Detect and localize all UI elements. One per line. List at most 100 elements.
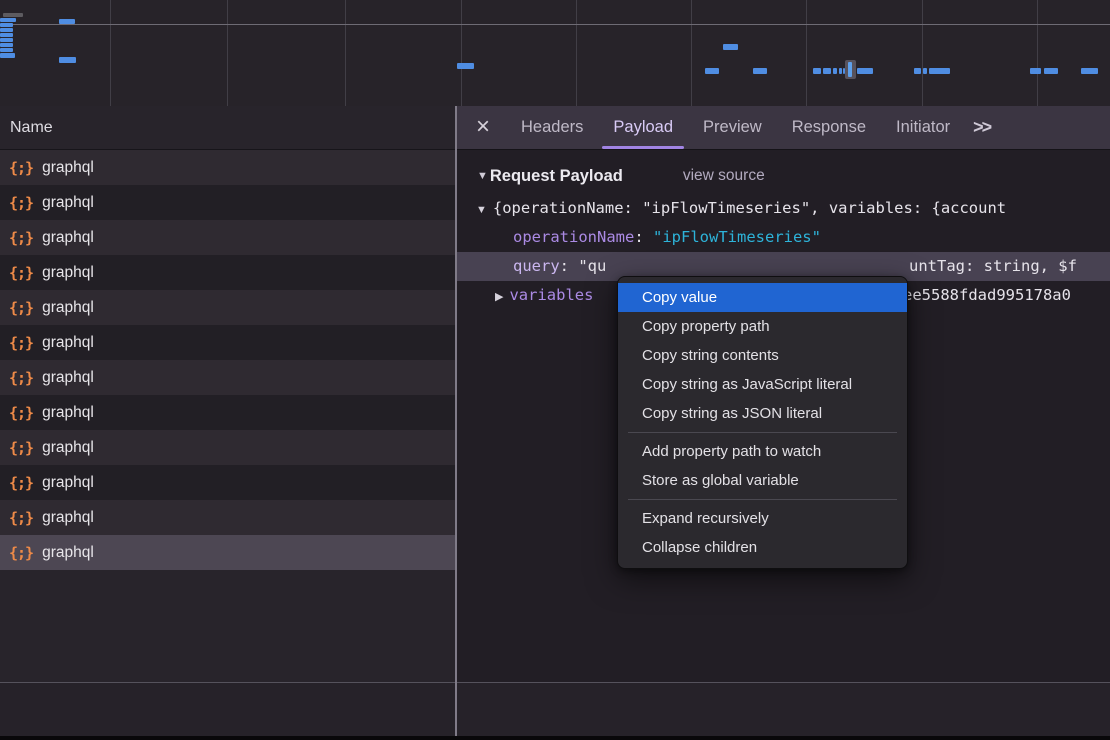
tab-response[interactable]: Response (777, 106, 881, 150)
request-row-graphql[interactable]: {;} graphql (0, 185, 455, 220)
request-row-graphql[interactable]: {;} graphql (0, 535, 455, 570)
menu-item-store-as-global-variable[interactable]: Store as global variable (618, 466, 907, 495)
more-tabs-icon[interactable]: >> (973, 117, 990, 138)
expanded-triangle-icon[interactable]: ▼ (476, 204, 487, 216)
overview-request-bar (1081, 68, 1098, 74)
json-braces-icon: {;} (9, 299, 33, 317)
operation-name-row[interactable]: operationName: "ipFlowTimeseries" (457, 223, 1110, 252)
json-braces-icon: {;} (9, 334, 33, 352)
overview-request-bar (823, 68, 831, 74)
request-list: {;} graphql {;} graphql {;} graphql {;} graphql… (0, 150, 455, 570)
section-title: Request Payload (490, 167, 623, 186)
json-braces-icon: {;} (9, 404, 33, 422)
timeline-gridline (576, 0, 577, 106)
menu-separator (628, 499, 897, 500)
name-column-header[interactable]: Name (0, 106, 455, 150)
overview-request-bar (0, 23, 13, 27)
timeline-gridline (806, 0, 807, 106)
status-footer (0, 682, 1110, 736)
collapsed-triangle-icon[interactable]: ▶ (495, 291, 503, 303)
overview-request-bar (857, 68, 873, 74)
request-row-graphql[interactable]: {;}graphql (0, 500, 455, 535)
request-row-graphql[interactable]: {;} graphql (0, 430, 455, 465)
menu-item-copy-value[interactable]: Copy value (618, 283, 907, 312)
timeline-gridline (691, 0, 692, 106)
overview-selection-marker-bar (848, 62, 852, 77)
colon: : (634, 228, 653, 246)
overview-request-bar (833, 68, 837, 74)
tab-payload[interactable]: Payload (598, 106, 688, 150)
pane-resize-divider[interactable] (455, 106, 457, 736)
menu-item-copy-string-contents[interactable]: Copy string contents (618, 341, 907, 370)
tabs-container: HeadersPayloadPreviewResponseInitiator (506, 106, 965, 150)
request-row-graphql[interactable]: {;} graphql (0, 290, 455, 325)
overview-request-bar (0, 43, 13, 47)
window-bottom-edge (0, 736, 1110, 740)
overview-request-bar (59, 57, 76, 63)
request-name-label: graphql (42, 404, 94, 422)
request-list-pane: Name {;}graphql{;}graphql{;}graphql{;}gr… (0, 106, 455, 682)
timeline-gridline (922, 0, 923, 106)
json-braces-icon: {;} (9, 544, 33, 562)
menu-item-copy-string-as-javascript-literal[interactable]: Copy string as JavaScript literal (618, 370, 907, 399)
query-value-right: untTag: string, $f (909, 252, 1077, 281)
timeline-gridline (110, 0, 111, 106)
overview-request-bar (0, 28, 13, 32)
request-name-label: graphql (42, 544, 94, 562)
timeline-gridline (345, 0, 346, 106)
details-tab-bar: × HeadersPayloadPreviewResponseInitiator… (457, 106, 1110, 150)
request-name-label: graphql (42, 334, 94, 352)
request-payload-section-header[interactable]: ▼ Request Payload view source (457, 158, 1110, 194)
overview-request-bar (0, 53, 15, 58)
request-name-label: graphql (42, 194, 94, 212)
overview-request-bar (813, 68, 821, 74)
request-row-graphql[interactable]: {;} graphql (0, 325, 455, 360)
tab-preview[interactable]: Preview (688, 106, 777, 150)
request-name-label: graphql (42, 439, 94, 457)
tab-headers[interactable]: Headers (506, 106, 598, 150)
query-key: query (513, 257, 560, 275)
payload-root-row[interactable]: ▼ {operationName: "ipFlowTimeseries", var… (457, 194, 1110, 223)
request-name-label: graphql (42, 299, 94, 317)
request-row-graphql[interactable]: {;} graphql (0, 395, 455, 430)
overview-selection-marker (845, 60, 856, 79)
request-row-graphql[interactable]: {;} graphql (0, 220, 455, 255)
overview-request-bar (705, 68, 719, 74)
json-braces-icon: {;} (9, 264, 33, 282)
request-name-label: graphql (42, 229, 94, 247)
menu-item-copy-property-path[interactable]: Copy property path (618, 312, 907, 341)
json-braces-icon: {;} (9, 194, 33, 212)
overview-request-bar (1044, 68, 1058, 74)
json-braces-icon: {;} (9, 229, 33, 247)
overview-request-bar (0, 33, 13, 37)
overview-request-bar (0, 48, 13, 52)
request-row-graphql[interactable]: {;}graphql (0, 465, 455, 500)
tab-initiator[interactable]: Initiator (881, 106, 965, 150)
variables-key: variables (509, 286, 593, 304)
request-row-graphql[interactable]: {;}graphql (0, 360, 455, 395)
json-braces-icon: {;} (9, 509, 33, 527)
overview-request-bar (753, 68, 767, 74)
menu-item-collapse-children[interactable]: Collapse children (618, 533, 907, 562)
variables-value-right: ee5588fdad995178a0 (903, 281, 1071, 310)
request-name-label: graphql (42, 159, 94, 177)
request-row-graphql[interactable]: {;} graphql (0, 150, 455, 185)
payload-root-preview: {operationName: "ipFlowTimeseries", vari… (493, 199, 1006, 217)
close-icon[interactable]: × (476, 116, 490, 138)
overview-request-bar (723, 44, 738, 50)
operation-name-value: "ipFlowTimeseries" (653, 228, 821, 246)
json-braces-icon: {;} (9, 159, 33, 177)
timeline-gridline (1037, 0, 1038, 106)
overview-request-bar (0, 18, 16, 22)
overview-request-bar (923, 68, 927, 74)
menu-item-expand-recursively[interactable]: Expand recursively (618, 504, 907, 533)
request-row-graphql[interactable]: {;}graphql (0, 255, 455, 290)
devtools-window: Name {;}graphql{;}graphql{;}graphql{;}gr… (0, 0, 1110, 740)
json-braces-icon: {;} (9, 439, 33, 457)
view-source-link[interactable]: view source (683, 167, 765, 185)
context-menu: Copy valueCopy property pathCopy string … (617, 276, 908, 569)
request-name-label: graphql (42, 474, 94, 492)
menu-item-copy-string-as-json-literal[interactable]: Copy string as JSON literal (618, 399, 907, 428)
menu-item-add-property-path-to-watch[interactable]: Add property path to watch (618, 437, 907, 466)
network-overview-timeline[interactable] (0, 0, 1110, 106)
